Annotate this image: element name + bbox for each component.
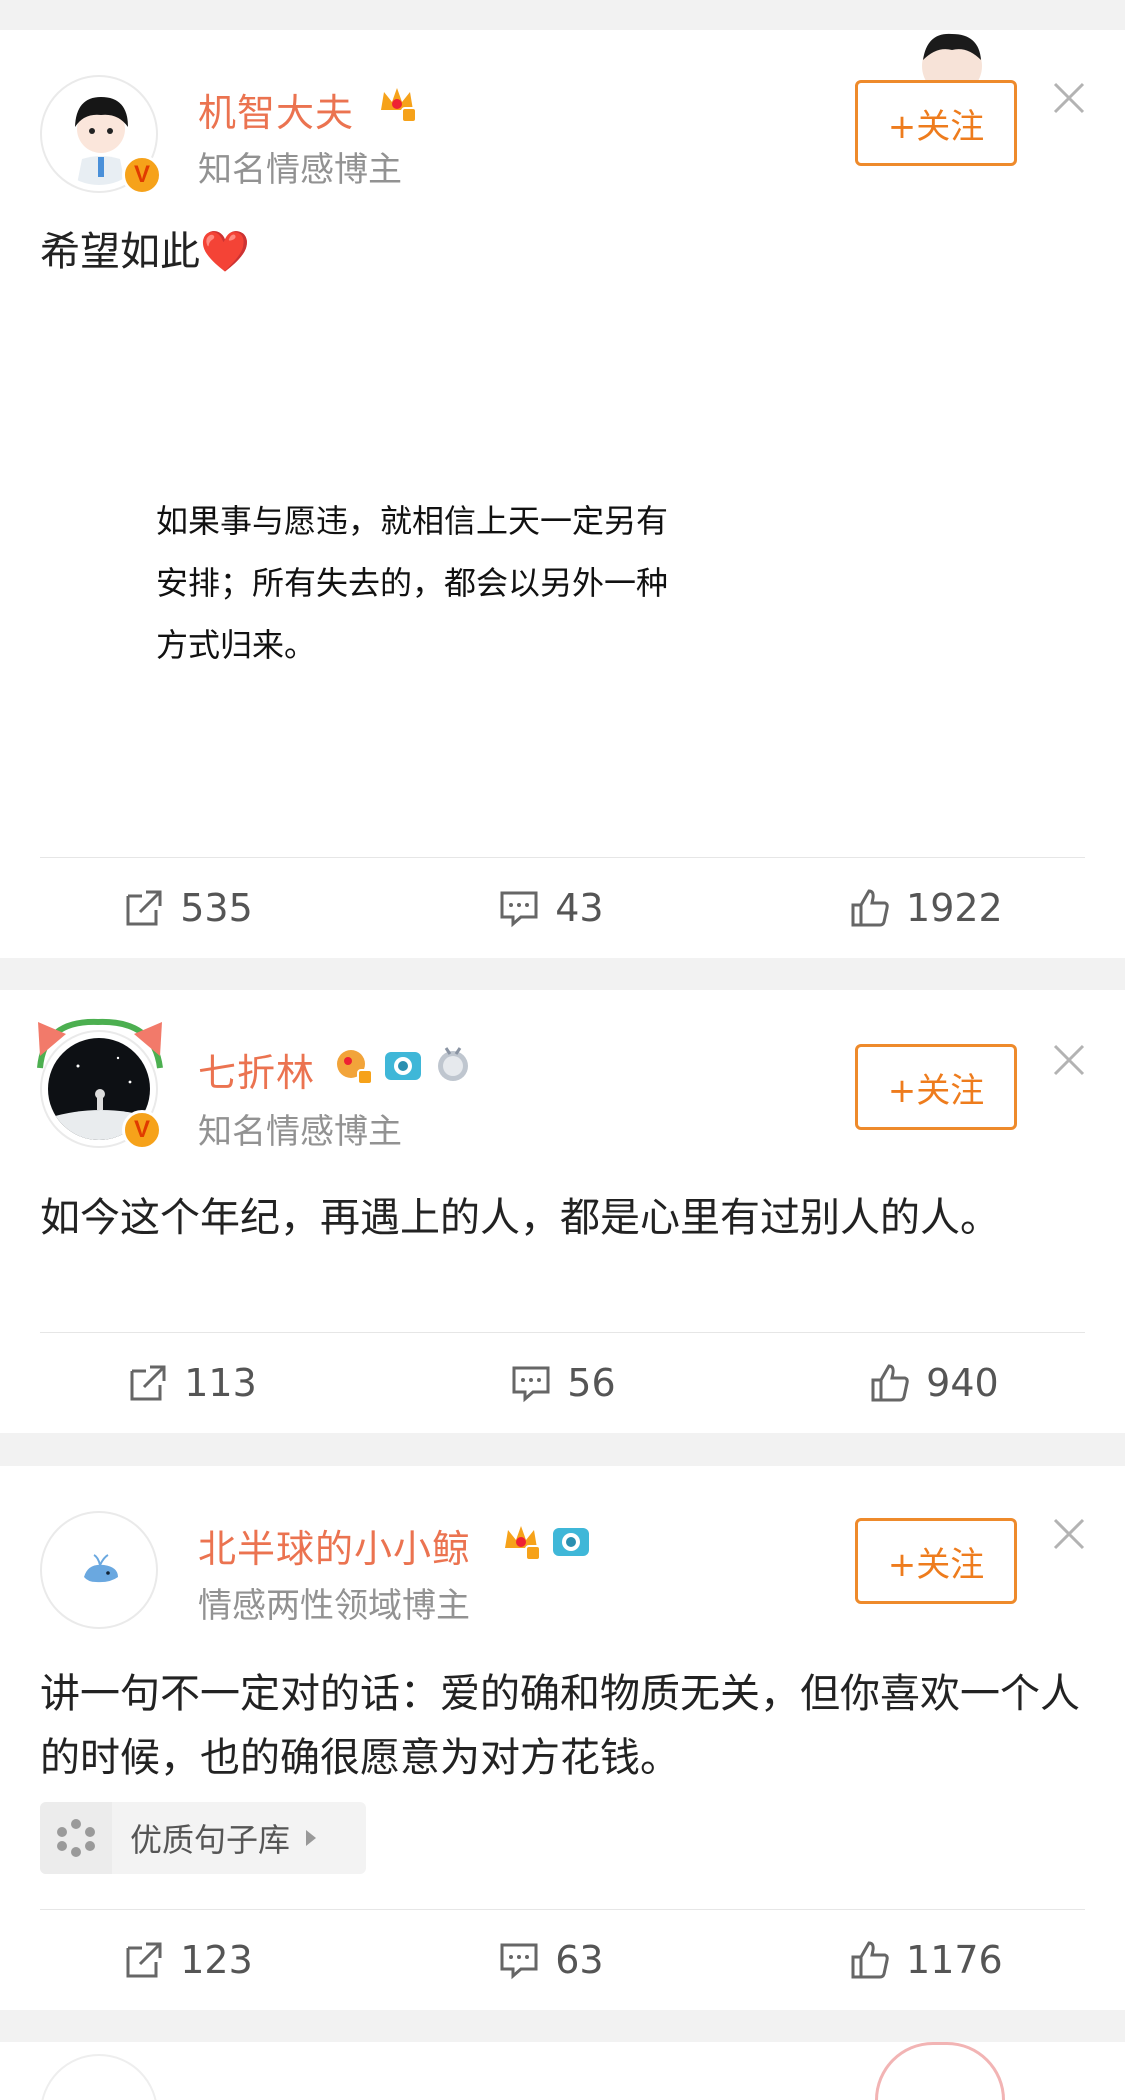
post-text: 如今这个年纪，再遇上的人，都是心里有过别人的人。	[40, 1195, 1000, 1241]
post-card-partial	[0, 2042, 1125, 2100]
like-count: 1176	[906, 1938, 1003, 1982]
post-card: V 七折林 知名情感博主 +关注 如今这个年纪，再遇上的人，都是心里有过别人的人…	[0, 990, 1125, 1433]
comment-icon	[500, 891, 538, 928]
post-image[interactable]: 如果事与愿违，就相信上天一定另有安排；所有失去的，都会以另外一种方式归来。	[40, 290, 680, 820]
topic-tag-label: 优质句子库	[130, 1821, 291, 1859]
like-button[interactable]: 1922	[848, 886, 1003, 930]
repost-count: 535	[180, 886, 253, 930]
camera-icon[interactable]	[382, 1044, 424, 1086]
follow-button[interactable]: +关注	[855, 1518, 1017, 1604]
comment-button[interactable]: 43	[497, 886, 604, 930]
repost-icon	[126, 890, 162, 926]
action-bar: 535 43 1922	[0, 858, 1125, 958]
repost-count: 113	[184, 1361, 257, 1405]
like-button[interactable]: 1176	[848, 1938, 1003, 1982]
vip-crown-icon[interactable]	[500, 1520, 542, 1562]
verified-v-icon: V	[122, 1110, 162, 1150]
like-count: 1922	[906, 886, 1003, 930]
follow-button[interactable]: +关注	[855, 80, 1017, 166]
follow-button[interactable]: +关注	[855, 1044, 1017, 1130]
post-card: V 机智大夫 知名情感博主 +关注 希望如此❤️ 如果事与愿违，就相信上天一定另…	[0, 30, 1125, 958]
like-button[interactable]: 940	[868, 1361, 999, 1405]
like-icon	[871, 1364, 909, 1402]
avatar[interactable]: V	[40, 75, 162, 195]
avatar[interactable]: V	[37, 1018, 163, 1150]
repost-icon	[126, 1942, 162, 1978]
comment-icon	[500, 1943, 538, 1980]
comment-button[interactable]: 56	[509, 1361, 616, 1405]
comment-count: 63	[555, 1938, 604, 1982]
chevron-right-icon	[306, 1830, 317, 1846]
repost-button[interactable]: 123	[122, 1938, 253, 1982]
comment-count: 43	[555, 886, 604, 930]
author-name[interactable]: 七折林	[198, 1042, 315, 1097]
author-name[interactable]: 北半球的小小鲸	[198, 1518, 471, 1573]
vip-crown-icon[interactable]	[332, 1044, 374, 1086]
close-icon[interactable]	[1049, 1514, 1089, 1554]
comment-icon	[512, 1366, 550, 1403]
topic-tag[interactable]: 优质句子库	[40, 1802, 366, 1874]
author-name[interactable]: 机智大夫	[198, 82, 354, 137]
action-bar: 113 56 940	[0, 1333, 1125, 1433]
camera-icon[interactable]	[550, 1520, 592, 1562]
close-icon[interactable]	[1049, 78, 1089, 118]
like-icon	[851, 1941, 889, 1979]
image-quote-text: 如果事与愿违，就相信上天一定另有安排；所有失去的，都会以另外一种方式归来。	[156, 502, 669, 664]
repost-icon	[130, 1365, 166, 1401]
vip-crown-icon[interactable]	[376, 82, 418, 124]
post-text: 希望如此❤️	[40, 229, 250, 275]
watermark-stamp	[875, 2042, 1005, 2100]
medal-icon[interactable]	[432, 1044, 474, 1086]
weibo-feed: V 机智大夫 知名情感博主 +关注 希望如此❤️ 如果事与愿违，就相信上天一定另…	[0, 0, 1125, 2100]
avatar[interactable]	[40, 2054, 158, 2100]
repost-button[interactable]: 535	[122, 886, 253, 930]
post-text: 讲一句不一定对的话：爱的确和物质无关，但你喜欢一个人的时候，也的确很愿意为对方花…	[40, 1671, 1080, 1781]
post-card: 北半球的小小鲸 情感两性领域博主 +关注 讲一句不一定对的话：爱的确和物质无关，…	[0, 1466, 1125, 2010]
repost-button[interactable]: 113	[126, 1361, 257, 1405]
close-icon[interactable]	[1049, 1040, 1089, 1080]
verified-v-icon: V	[122, 155, 162, 195]
avatar[interactable]	[40, 1511, 158, 1629]
tag-flower-icon	[40, 1802, 112, 1874]
badge-group	[332, 1044, 474, 1086]
badge-group	[376, 82, 418, 124]
like-count: 940	[926, 1361, 999, 1405]
comment-button[interactable]: 63	[497, 1938, 604, 1982]
author-subtitle: 知名情感博主	[198, 150, 402, 190]
action-bar: 123 63 1176	[0, 1910, 1125, 2010]
author-subtitle: 情感两性领域博主	[198, 1586, 470, 1626]
badge-group	[500, 1520, 592, 1562]
comment-count: 56	[567, 1361, 616, 1405]
author-subtitle: 知名情感博主	[198, 1112, 402, 1152]
repost-count: 123	[180, 1938, 253, 1982]
like-icon	[851, 889, 889, 927]
